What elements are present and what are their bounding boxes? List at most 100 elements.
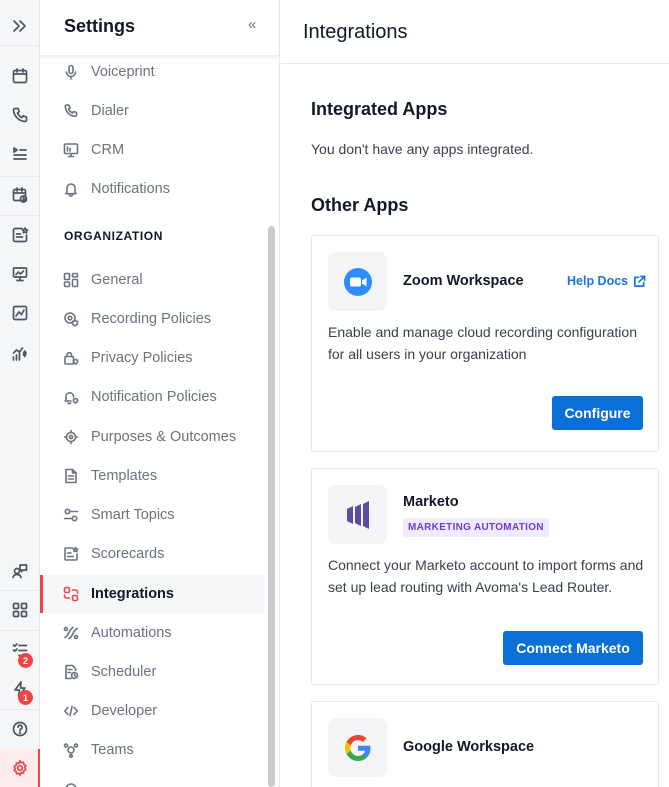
sidebar-item-label: Purposes & Outcomes	[91, 429, 237, 445]
rail-analytics-button[interactable]	[0, 294, 40, 332]
sidebar-item-label: Dialer	[91, 103, 129, 119]
marketo-description: Connect your Marketo account to import f…	[328, 557, 644, 595]
sidebar-item-teams[interactable]: Teams	[40, 731, 264, 769]
marketo-logo	[328, 485, 387, 544]
google-app-card: Google Workspace	[311, 701, 659, 787]
sidebar-item-scorecards[interactable]: Scorecards	[40, 535, 264, 573]
scorecard-star-icon	[12, 227, 29, 243]
sliders-icon	[62, 506, 80, 524]
document-clock-icon	[62, 663, 80, 681]
sidebar-header: Settings «	[40, 0, 279, 56]
rail-insights-button[interactable]	[0, 255, 40, 293]
target-icon	[62, 428, 80, 446]
main-panel: Integrations Integrated Apps You don't h…	[281, 0, 669, 787]
bell-icon	[62, 180, 80, 198]
sidebar-item-crm[interactable]: CRM	[40, 131, 264, 169]
sidebar-item-label: Scheduler	[91, 664, 157, 680]
sidebar-item-label: Privacy Policies	[91, 350, 193, 366]
marketo-logo-icon	[346, 500, 369, 529]
lock-shield-icon	[62, 349, 80, 367]
calendar-clock-icon	[12, 187, 28, 203]
phone-icon	[12, 107, 28, 123]
rail-support-button[interactable]	[0, 552, 40, 590]
scorecard-star-icon	[62, 545, 80, 563]
sidebar-item-label: Recording Policies	[91, 311, 212, 327]
gear-icon	[13, 759, 27, 777]
bar-chart-dollar-icon	[12, 347, 27, 361]
calendar-icon	[12, 68, 28, 84]
zoom-logo	[328, 252, 387, 311]
main-header: Integrations	[281, 0, 669, 64]
integrations-icon	[62, 585, 80, 603]
tasks-count-badge: 2	[18, 653, 33, 668]
rail-help-button[interactable]	[0, 710, 40, 748]
google-app-name: Google Workspace	[403, 739, 535, 755]
help-circle-icon	[12, 721, 28, 737]
presentation-chart-icon	[12, 267, 28, 282]
sidebar-item-purposes-outcomes[interactable]: Purposes & Outcomes	[40, 418, 264, 456]
sidebar-item-templates[interactable]: Templates	[40, 457, 264, 495]
integrated-apps-heading: Integrated Apps	[311, 99, 448, 119]
sidebar-item-scheduler[interactable]: Scheduler	[40, 653, 264, 691]
sidebar-item-automations[interactable]: Automations	[40, 614, 264, 652]
sidebar-item-label: Integrations	[91, 586, 174, 602]
rail-settings-button[interactable]	[0, 749, 41, 787]
app-rail: 2 1	[0, 0, 41, 787]
sidebar-item-developer[interactable]: Developer	[40, 692, 264, 730]
automation-icon	[62, 624, 80, 642]
sidebar-item-label: General	[91, 272, 143, 288]
rail-apps-button[interactable]	[0, 591, 40, 629]
sidebar-scrollbar[interactable]	[268, 226, 275, 787]
sidebar-item-label: CRM	[91, 142, 125, 158]
google-g-icon	[344, 734, 370, 761]
line-chart-icon	[12, 305, 28, 321]
recording-shield-icon	[62, 310, 80, 328]
bell-shield-icon	[62, 388, 80, 406]
sidebar-item-label: Scorecards	[91, 546, 165, 562]
marketo-category-badge: MARKETING AUTOMATION	[403, 518, 549, 537]
marketo-app-card: Marketo MARKETING AUTOMATION Connect you…	[311, 468, 659, 685]
teams-icon	[62, 741, 80, 759]
rail-calendar-button[interactable]	[0, 57, 40, 95]
zoom-description: Enable and manage cloud recording config…	[328, 324, 637, 362]
phone-icon	[62, 102, 80, 120]
connect-marketo-button[interactable]: Connect Marketo	[503, 631, 643, 665]
sidebar-item-label: Voiceprint	[91, 64, 155, 80]
rail-scorecards-button[interactable]	[0, 216, 40, 254]
list-play-icon	[13, 147, 27, 160]
integrated-apps-empty-text: You don't have any apps integrated.	[311, 141, 534, 157]
collapse-sidebar-icon[interactable]: «	[248, 16, 256, 33]
sidebar-item-label: Notifications	[91, 181, 170, 197]
zoom-configure-button[interactable]: Configure	[552, 396, 643, 430]
sidebar-item-label: Templates	[91, 468, 158, 484]
sidebar-title: Settings	[64, 16, 136, 36]
help-docs-label: Help Docs	[567, 274, 629, 288]
section-heading-organization: ORGANIZATION	[64, 229, 163, 243]
external-link-icon	[634, 275, 646, 287]
sidebar-item-voiceprint[interactable]: Voiceprint	[40, 53, 264, 91]
sidebar-item-privacy-policies[interactable]: Privacy Policies	[40, 339, 264, 377]
alerts-count-badge: 1	[18, 690, 33, 705]
sidebar-item-smart-topics[interactable]: Smart Topics	[40, 496, 264, 534]
page-title: Integrations	[303, 21, 408, 43]
other-apps-heading: Other Apps	[311, 195, 409, 215]
sidebar-item-label: Teams	[91, 742, 134, 758]
microphone-icon	[62, 63, 80, 81]
sidebar-item-integrations[interactable]: Integrations	[40, 575, 264, 613]
sidebar-item-dialer[interactable]: Dialer	[40, 92, 264, 130]
settings-sidebar: Settings « Voiceprint Dialer CRM Notific…	[40, 0, 280, 787]
zoom-help-docs-link[interactable]: Help Docs	[567, 274, 646, 288]
rail-meetings-button[interactable]	[0, 135, 40, 173]
sidebar-item-label: Notification Policies	[91, 389, 217, 405]
rail-phone-button[interactable]	[0, 96, 40, 134]
double-chevron-right-icon	[13, 20, 26, 32]
rail-revenue-button[interactable]	[0, 335, 40, 373]
sidebar-item-general[interactable]: General	[40, 261, 264, 299]
expand-nav-button[interactable]	[0, 7, 40, 45]
sidebar-item-notification-policies[interactable]: Notification Policies	[40, 378, 264, 416]
sidebar-item-recording-policies[interactable]: Recording Policies	[40, 300, 264, 338]
rail-scheduler-button[interactable]	[0, 176, 40, 214]
sidebar-item-partial[interactable]	[40, 770, 264, 787]
sidebar-item-notifications[interactable]: Notifications	[40, 170, 264, 208]
zoom-logo-icon	[343, 267, 372, 296]
